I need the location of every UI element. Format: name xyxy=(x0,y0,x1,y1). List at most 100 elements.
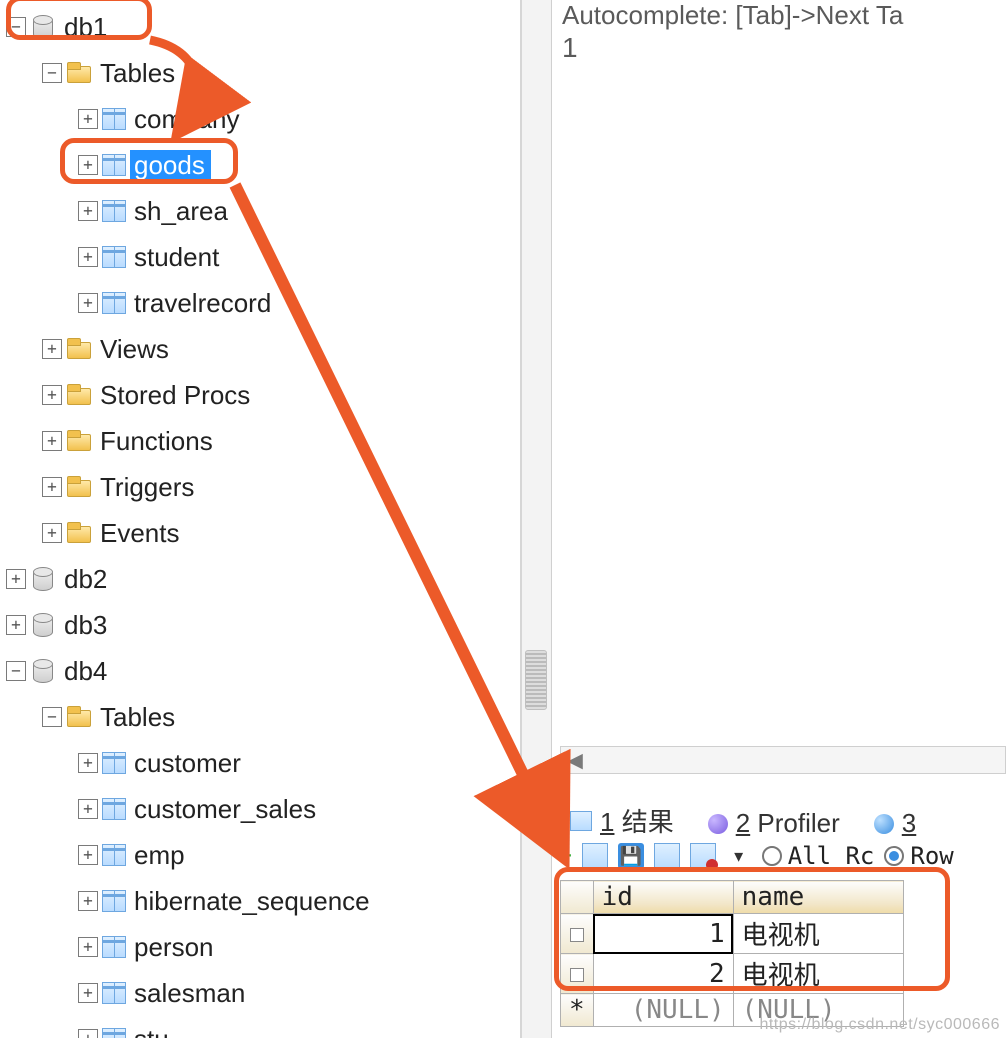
row-header[interactable] xyxy=(561,914,594,954)
cell-id[interactable]: 2 xyxy=(593,954,733,994)
table-icon xyxy=(102,890,126,912)
expand-toggle-icon[interactable]: + xyxy=(42,523,62,543)
tree-node-tables[interactable]: − Tables xyxy=(2,694,518,740)
row-marker-icon xyxy=(570,968,584,982)
tree-node-db3[interactable]: + db3 xyxy=(2,602,518,648)
expand-toggle-icon[interactable]: + xyxy=(6,569,26,589)
tree-label: db4 xyxy=(60,656,113,687)
tree-node-table[interactable]: + sh_area xyxy=(2,188,518,234)
cell-id[interactable]: 1 xyxy=(593,914,733,954)
tree-node-events[interactable]: + Events xyxy=(2,510,518,556)
tree-label: db3 xyxy=(60,610,113,641)
expand-toggle-icon[interactable]: + xyxy=(42,431,62,451)
save-icon[interactable]: 💾 xyxy=(618,843,644,869)
tree-node-table[interactable]: + customer xyxy=(2,740,518,786)
expand-toggle-icon[interactable]: + xyxy=(78,891,98,911)
profiler-icon xyxy=(708,814,728,834)
radio-icon[interactable] xyxy=(884,846,904,866)
tree-node-tables[interactable]: − Tables xyxy=(2,50,518,96)
expand-toggle-icon[interactable]: + xyxy=(42,339,62,359)
watermark: https://blog.csdn.net/syc000666 xyxy=(759,1016,1000,1034)
expand-toggle-icon[interactable]: + xyxy=(78,983,98,1003)
expand-toggle-icon[interactable]: + xyxy=(78,1029,98,1038)
grid-icon[interactable] xyxy=(582,843,608,869)
row-header[interactable] xyxy=(561,954,594,994)
grid-icon[interactable] xyxy=(654,843,680,869)
expand-toggle-icon[interactable]: + xyxy=(42,477,62,497)
tree-label: db1 xyxy=(60,12,113,43)
expand-toggle-icon[interactable]: + xyxy=(78,247,98,267)
data-row[interactable]: 2 电视机 xyxy=(561,954,904,994)
expand-toggle-icon[interactable]: + xyxy=(42,385,62,405)
tree-node-db2[interactable]: + db2 xyxy=(2,556,518,602)
expand-toggle-icon[interactable]: + xyxy=(78,109,98,129)
tree-node-table[interactable]: + hibernate_sequence xyxy=(2,878,518,924)
header-row: id name xyxy=(561,881,904,914)
cell-null[interactable]: (NULL) xyxy=(593,994,733,1027)
filter-icon[interactable]: ▾ xyxy=(726,843,752,869)
rows-range-radio[interactable]: Row xyxy=(884,842,953,870)
tree-label: Triggers xyxy=(96,472,200,503)
tab-label: Profiler xyxy=(757,808,839,838)
expand-toggle-icon[interactable]: + xyxy=(78,155,98,175)
all-rows-radio[interactable]: All Rc xyxy=(762,842,875,870)
result-grid[interactable]: id name 1 电视机 2 电视机 * (NULL) (NULL) xyxy=(560,880,1006,1027)
table-icon xyxy=(102,1028,126,1038)
scroll-left-icon[interactable]: ◄ xyxy=(561,747,589,773)
table-icon xyxy=(102,844,126,866)
column-header-name[interactable]: name xyxy=(733,881,903,914)
tree-node-table[interactable]: + company xyxy=(2,96,518,142)
tree-node-table[interactable]: + stu xyxy=(2,1016,518,1038)
tree-node-table-goods[interactable]: + goods xyxy=(2,142,518,188)
table-icon xyxy=(102,292,126,314)
tree-node-table[interactable]: + salesman xyxy=(2,970,518,1016)
tab-profiler[interactable]: 2 Profiler xyxy=(698,804,850,843)
tree-node-functions[interactable]: + Functions xyxy=(2,418,518,464)
tree-node-procs[interactable]: + Stored Procs xyxy=(2,372,518,418)
result-tabs: + 1 结果 2 Profiler 3 xyxy=(560,798,1006,843)
expand-toggle-icon[interactable]: + xyxy=(78,293,98,313)
expand-toggle-icon[interactable]: + xyxy=(78,937,98,957)
radio-label: All Rc xyxy=(788,842,875,870)
tree-node-db1[interactable]: − db1 xyxy=(2,4,518,50)
tab-results[interactable]: + 1 结果 xyxy=(560,798,684,843)
row-header[interactable]: * xyxy=(561,994,594,1027)
folder-icon xyxy=(66,706,92,728)
expand-toggle-icon[interactable]: + xyxy=(78,799,98,819)
grid-icon xyxy=(570,811,592,831)
tree-label: goods xyxy=(130,150,211,181)
editor-gutter xyxy=(522,0,552,1038)
table-icon xyxy=(102,798,126,820)
tab-third[interactable]: 3 xyxy=(864,804,926,843)
tree-label: emp xyxy=(130,840,191,871)
cell-name[interactable]: 电视机 xyxy=(733,914,903,954)
expand-toggle-icon[interactable]: − xyxy=(42,63,62,83)
tree-node-table[interactable]: + emp xyxy=(2,832,518,878)
splitter-grip-icon[interactable] xyxy=(525,650,547,710)
cell-name[interactable]: 电视机 xyxy=(733,954,903,994)
expand-toggle-icon[interactable]: + xyxy=(78,753,98,773)
expand-toggle-icon[interactable]: − xyxy=(6,661,26,681)
tree-node-table[interactable]: + customer_sales xyxy=(2,786,518,832)
column-header-id[interactable]: id xyxy=(593,881,733,914)
tree-node-views[interactable]: + Views xyxy=(2,326,518,372)
horizontal-scrollbar[interactable]: ◄ xyxy=(560,746,1006,774)
data-row[interactable]: 1 电视机 xyxy=(561,914,904,954)
tree-node-triggers[interactable]: + Triggers xyxy=(2,464,518,510)
radio-icon[interactable] xyxy=(762,846,782,866)
object-tree[interactable]: − db1 − Tables + company + goods xyxy=(0,0,520,1038)
tree-label: travelrecord xyxy=(130,288,277,319)
tree-node-table[interactable]: + travelrecord xyxy=(2,280,518,326)
tree-label: db2 xyxy=(60,564,113,595)
expand-toggle-icon[interactable]: − xyxy=(6,17,26,37)
expand-toggle-icon[interactable]: + xyxy=(6,615,26,635)
table-icon xyxy=(102,982,126,1004)
tree-label: Events xyxy=(96,518,186,549)
delete-grid-icon[interactable] xyxy=(690,843,716,869)
expand-toggle-icon[interactable]: − xyxy=(42,707,62,727)
tree-node-db4[interactable]: − db4 xyxy=(2,648,518,694)
tree-node-table[interactable]: + student xyxy=(2,234,518,280)
tree-node-table[interactable]: + person xyxy=(2,924,518,970)
expand-toggle-icon[interactable]: + xyxy=(78,201,98,221)
expand-toggle-icon[interactable]: + xyxy=(78,845,98,865)
